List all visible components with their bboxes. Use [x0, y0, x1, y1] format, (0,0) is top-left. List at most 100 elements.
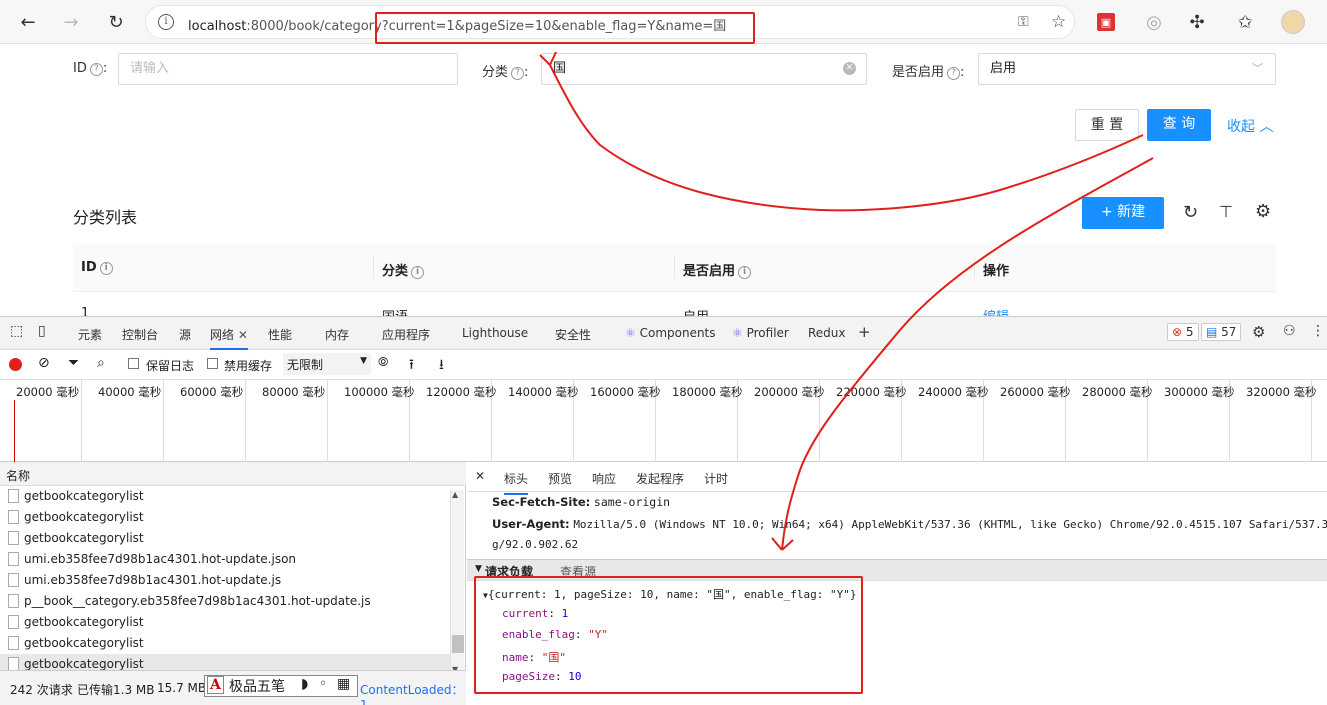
category-input[interactable]: 国 ✕	[541, 53, 867, 85]
density-icon[interactable]: ⊤	[1219, 202, 1233, 221]
tab-initiator[interactable]: 发起程序	[636, 470, 684, 487]
header-user-agent-cont: g/92.0.902.62	[492, 538, 579, 551]
timeline-tick: 300000 毫秒	[1164, 385, 1235, 399]
reload-icon[interactable]: ↻	[103, 9, 129, 35]
ime-punct-icon[interactable]: ◦	[319, 676, 327, 692]
extension-red-icon[interactable]: ▣	[1097, 13, 1115, 31]
ime-toolbar[interactable]: A 极品五笔 ◗ ◦ ▦	[204, 675, 358, 697]
tab-components[interactable]: ⚛ Components	[625, 326, 716, 340]
header-user-agent: User-Agent: Mozilla/5.0 (Windows NT 10.0…	[492, 517, 1327, 531]
tab-profiler[interactable]: ⚛ Profiler	[732, 326, 789, 340]
throttle-select[interactable]: 无限制 ▼	[283, 353, 371, 375]
export-har-icon[interactable]: ⭳	[439, 354, 444, 378]
id-filter-label: ID?:	[73, 61, 108, 76]
tab-memory[interactable]: 内存	[325, 326, 349, 343]
chevron-down-icon: ﹀	[1252, 62, 1263, 75]
reload-table-icon[interactable]: ↻	[1183, 202, 1198, 223]
extension-grey-icon[interactable]: ◎	[1141, 9, 1167, 35]
ime-keyboard-icon[interactable]: ▦	[337, 676, 350, 692]
request-name: getbookcategorylist	[24, 531, 144, 545]
profile-avatar[interactable]	[1281, 10, 1305, 34]
reset-button[interactable]: 重 置	[1075, 109, 1139, 141]
settings-icon[interactable]: ⚙	[1255, 201, 1271, 222]
name-column-header[interactable]: 名称	[0, 462, 466, 486]
clear-log-icon[interactable]: ⊘	[38, 355, 50, 371]
record-icon[interactable]	[9, 358, 22, 371]
collapse-link[interactable]: 收起 ︿	[1227, 116, 1273, 136]
plus-icon: +	[1100, 204, 1113, 220]
settings-icon[interactable]: ⚙	[1252, 323, 1265, 341]
close-detail-icon[interactable]: ✕	[475, 469, 485, 483]
request-row[interactable]: getbookcategorylist	[0, 528, 450, 549]
more-icon[interactable]: ⋮	[1311, 323, 1325, 339]
import-har-icon[interactable]: ⭱	[409, 354, 414, 378]
react-icon: ⚛	[732, 326, 743, 340]
timeline-tick: 180000 毫秒	[672, 385, 743, 399]
timeline-tick: 120000 毫秒	[426, 385, 497, 399]
request-row[interactable]: getbookcategorylist	[0, 633, 450, 654]
search-icon[interactable]: ⌕	[97, 355, 105, 371]
add-favorite-icon[interactable]: ☆	[1051, 12, 1066, 32]
inspect-icon[interactable]: ⬚	[10, 323, 23, 339]
timeline-gridline	[327, 380, 328, 462]
feedback-icon[interactable]: ⚇	[1283, 323, 1296, 339]
tab-timing[interactable]: 计时	[704, 470, 728, 487]
tab-performance[interactable]: 性能	[268, 326, 292, 343]
request-row[interactable]: umi.eb358fee7d98b1ac4301.hot-update.json	[0, 549, 450, 570]
network-conditions-icon[interactable]: ⦾	[378, 355, 388, 370]
request-row[interactable]: getbookcategorylist	[0, 612, 450, 633]
favorites-icon[interactable]: ✩	[1232, 9, 1258, 35]
ime-moon-icon[interactable]: ◗	[301, 676, 308, 692]
tab-console[interactable]: 控制台	[122, 326, 158, 343]
site-info-icon[interactable]: i	[158, 14, 174, 30]
request-row[interactable]: getbookcategorylist	[0, 507, 450, 528]
tab-redux[interactable]: Redux	[808, 326, 846, 340]
network-summary: 242 次请求 已传输1.3 MB 15.7 MB A 极品五笔 ◗ ◦ ▦ C…	[0, 670, 466, 705]
extensions-icon[interactable]: ✣	[1184, 9, 1210, 35]
scroll-thumb[interactable]	[452, 635, 464, 653]
tab-preview[interactable]: 预览	[548, 470, 572, 487]
more-tabs-icon[interactable]: +	[858, 323, 871, 341]
filter-icon[interactable]: ⏷	[68, 355, 79, 371]
col-enabled: 是否启用 i	[683, 260, 752, 279]
tab-sources[interactable]: 源	[179, 326, 191, 343]
enabled-select[interactable]: 启用 ﹀	[978, 53, 1276, 85]
back-icon[interactable]: ←	[15, 9, 41, 35]
help-icon: ?	[511, 67, 525, 80]
file-icon	[8, 573, 19, 587]
clear-icon[interactable]: ✕	[843, 62, 856, 75]
id-input[interactable]: 请输入	[118, 53, 458, 85]
tab-elements[interactable]: 元素	[78, 326, 102, 343]
key-icon[interactable]: ⚿	[1018, 14, 1029, 30]
error-badge[interactable]: ⊗ 5	[1167, 323, 1199, 341]
close-icon[interactable]: ✕	[238, 328, 248, 342]
request-row[interactable]: umi.eb358fee7d98b1ac4301.hot-update.js	[0, 570, 450, 591]
request-name: umi.eb358fee7d98b1ac4301.hot-update.js	[24, 573, 282, 587]
request-row[interactable]: getbookcategorylist	[0, 486, 450, 507]
tab-network[interactable]: 网络 ✕	[210, 326, 248, 350]
request-list-scrollbar[interactable]: ▲ ▼	[450, 490, 464, 676]
file-icon	[8, 552, 19, 566]
new-button[interactable]: + 新建	[1082, 197, 1164, 229]
file-icon	[8, 615, 19, 629]
message-badge[interactable]: ▤ 57	[1201, 323, 1242, 341]
timeline-tick: 260000 毫秒	[1000, 385, 1071, 399]
tab-application[interactable]: 应用程序	[382, 326, 430, 343]
tab-lighthouse[interactable]: Lighthouse	[462, 326, 528, 340]
resource-size: 15.7 MB	[157, 681, 207, 695]
request-count: 242 次请求	[10, 683, 73, 697]
timeline-tick: 140000 毫秒	[508, 385, 579, 399]
device-toggle-icon[interactable]: ▯	[38, 323, 46, 339]
disable-cache-checkbox[interactable]	[207, 358, 218, 369]
forward-icon[interactable]: →	[58, 9, 84, 35]
help-icon: ?	[89, 63, 103, 76]
tab-headers[interactable]: 标头	[504, 470, 529, 495]
scroll-up-icon[interactable]: ▲	[452, 490, 458, 499]
column-separator	[974, 256, 975, 278]
preserve-log-checkbox[interactable]	[128, 358, 139, 369]
tab-response[interactable]: 响应	[592, 470, 616, 487]
tab-security[interactable]: 安全性	[555, 326, 591, 343]
request-row[interactable]: p__book__category.eb358fee7d98b1ac4301.h…	[0, 591, 450, 612]
query-button[interactable]: 查 询	[1147, 109, 1211, 141]
timeline-tick: 20000 毫秒	[16, 385, 80, 399]
